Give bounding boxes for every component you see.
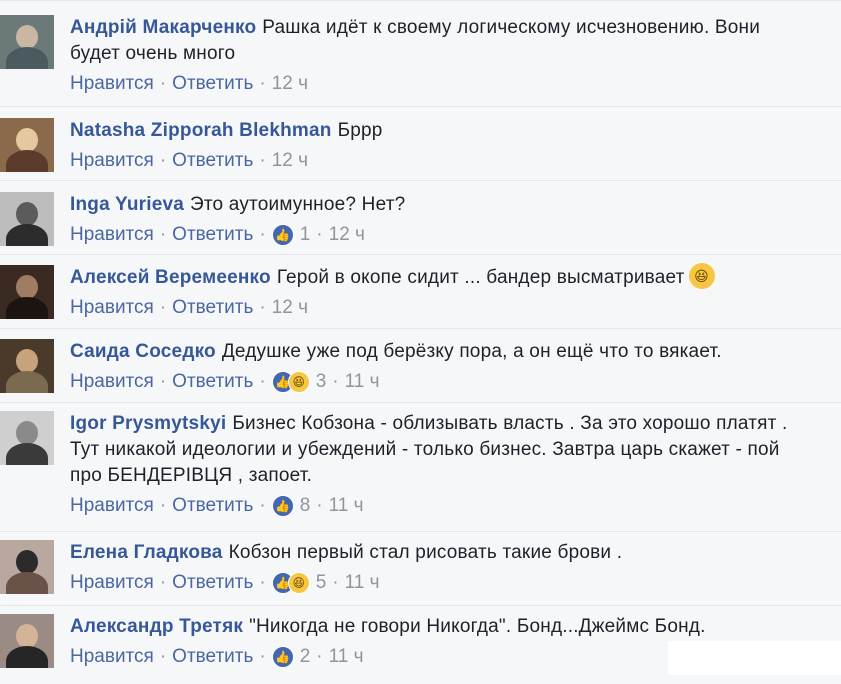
comment-item: Igor Prysmytskyi Бизнес Кобзона - облизыв…	[0, 402, 841, 537]
comment-text: Саида Соседко Дедушке уже под берёзку пор…	[70, 339, 810, 365]
comment-body: Дедушке уже под берёзку пора, а он ещё ч…	[221, 341, 722, 362]
like-button[interactable]: Нравится	[70, 493, 154, 519]
reply-button[interactable]: Ответить	[172, 222, 253, 248]
timestamp[interactable]: 11 ч	[329, 644, 364, 670]
reaction-count: 8	[299, 495, 311, 516]
comment-actions: Нравится · Ответить · 12 ч	[70, 148, 841, 174]
like-reaction-icon: 👍	[271, 224, 294, 246]
avatar[interactable]	[0, 540, 54, 594]
comment-body: Герой в окопе сидит ... бандер высматрив…	[276, 267, 685, 289]
avatar[interactable]	[0, 339, 54, 393]
reactions[interactable]: 👍 2	[271, 644, 311, 670]
comment-actions: Нравится · Ответить · 👍 😆 5 · 11 ч	[70, 570, 841, 596]
reply-button[interactable]: Ответить	[172, 493, 253, 519]
comment-author[interactable]: Андрій Макарченко	[70, 17, 256, 38]
overlay-block	[668, 641, 841, 675]
reaction-count: 2	[299, 646, 311, 667]
comment-author[interactable]: Igor Prysmytskyi	[70, 413, 226, 434]
avatar[interactable]	[0, 192, 54, 246]
reactions[interactable]: 👍 😆 5	[271, 570, 327, 596]
reply-button[interactable]: Ответить	[172, 570, 253, 596]
reactions[interactable]: 👍 8	[271, 493, 311, 519]
timestamp[interactable]: 11 ч	[329, 493, 364, 519]
avatar[interactable]	[0, 15, 54, 69]
comment-actions: Нравится · Ответить · 12 ч	[70, 295, 841, 321]
timestamp[interactable]: 11 ч	[345, 369, 380, 395]
comment-actions: Нравится · Ответить · 👍 8 · 11 ч	[70, 493, 841, 519]
timestamp[interactable]: 12 ч	[272, 148, 308, 174]
comment-actions: Нравится · Ответить · 👍 1 · 12 ч	[70, 222, 841, 248]
comment-author[interactable]: Inga Yurieva	[70, 194, 184, 215]
comment-item: Саида Соседко Дедушке уже под берёзку пор…	[0, 328, 841, 411]
reply-button[interactable]: Ответить	[172, 369, 253, 395]
like-button[interactable]: Нравится	[70, 369, 154, 395]
comment-text: Александр Третяк "Никогда не говори Никог…	[70, 614, 810, 640]
comment-text: Igor Prysmytskyi Бизнес Кобзона - облизыв…	[70, 411, 810, 489]
comment-item: Алексей Веремеенко Герой в окопе сидит ..…	[0, 254, 841, 337]
comment-text: Елена Гладкова Кобзон первый стал рисоват…	[70, 540, 810, 566]
reply-button[interactable]: Ответить	[172, 644, 253, 670]
comment-author[interactable]: Елена Гладкова	[70, 542, 223, 563]
comment-author[interactable]: Александр Третяк	[70, 616, 243, 637]
reply-button[interactable]: Ответить	[172, 71, 253, 97]
avatar[interactable]	[0, 118, 54, 172]
like-button[interactable]: Нравится	[70, 71, 154, 97]
comment-item: Андрій Макарченко Рашка идёт к своему лог…	[0, 0, 841, 94]
comment-actions: Нравится · Ответить · 👍 😆 3 · 11 ч	[70, 369, 841, 395]
reactions[interactable]: 👍 😆 3	[271, 369, 327, 395]
comment-actions: Нравится · Ответить · 12 ч	[70, 71, 841, 97]
timestamp[interactable]: 11 ч	[345, 570, 380, 596]
reaction-count: 3	[315, 371, 327, 392]
like-button[interactable]: Нравится	[70, 295, 154, 321]
reactions[interactable]: 👍 1	[271, 222, 311, 248]
timestamp[interactable]: 12 ч	[272, 295, 308, 321]
laughing-emoji-icon: 😆	[688, 263, 715, 289]
comment-text: Inga Yurieva Это аутоимунное? Нет?	[70, 192, 810, 218]
comment-item: Inga Yurieva Это аутоимунное? Нет? Нравит…	[0, 180, 841, 264]
comment-text: Алексей Веремеенко Герой в окопе сидит ..…	[70, 263, 810, 291]
like-reaction-icon: 👍	[271, 495, 294, 517]
like-button[interactable]: Нравится	[70, 570, 154, 596]
comment-item: Елена Гладкова Кобзон первый стал рисоват…	[0, 531, 841, 612]
comment-author[interactable]: Саида Соседко	[70, 341, 216, 362]
comment-item: Natasha Zipporah Blekhman Бррр Нравится · …	[0, 106, 841, 190]
comment-body: "Никогда не говори Никогда". Бонд...Джей…	[249, 616, 706, 637]
comment-author[interactable]: Natasha Zipporah Blekhman	[70, 120, 332, 141]
reaction-count: 1	[299, 224, 311, 245]
avatar[interactable]	[0, 614, 54, 668]
like-button[interactable]: Нравится	[70, 222, 154, 248]
like-reaction-icon: 👍	[271, 646, 294, 668]
comment-body: Это аутоимунное? Нет?	[190, 194, 406, 215]
comment-author[interactable]: Алексей Веремеенко	[70, 267, 271, 288]
haha-reaction-icon: 😆	[287, 371, 310, 393]
avatar[interactable]	[0, 411, 54, 465]
avatar[interactable]	[0, 265, 54, 319]
reply-button[interactable]: Ответить	[172, 295, 253, 321]
comment-text: Natasha Zipporah Blekhman Бррр	[70, 118, 810, 144]
like-button[interactable]: Нравится	[70, 148, 154, 174]
haha-reaction-icon: 😆	[287, 572, 310, 594]
reaction-count: 5	[315, 572, 327, 593]
reply-button[interactable]: Ответить	[172, 148, 253, 174]
comment-body: Бррр	[337, 120, 383, 141]
like-button[interactable]: Нравится	[70, 644, 154, 670]
timestamp[interactable]: 12 ч	[329, 222, 365, 248]
comment-body: Кобзон первый стал рисовать такие брови …	[228, 542, 623, 563]
timestamp[interactable]: 12 ч	[272, 71, 308, 97]
comment-text: Андрій Макарченко Рашка идёт к своему лог…	[70, 15, 810, 67]
